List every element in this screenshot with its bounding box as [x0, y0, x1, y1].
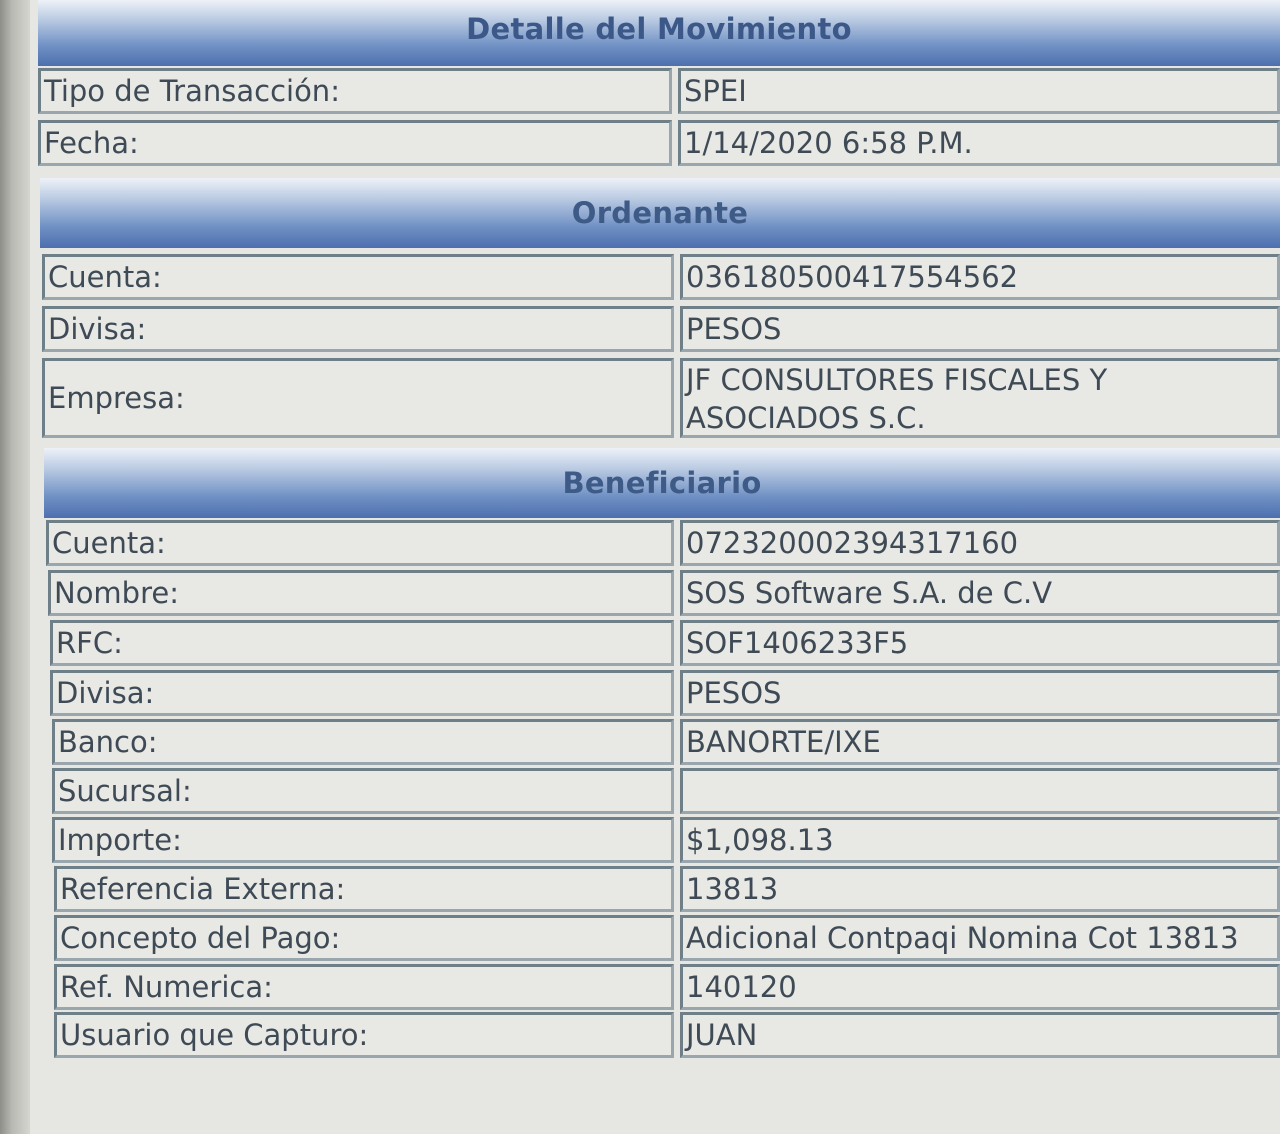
row-beneficiario-cuenta: Cuenta: 072320002394317160	[46, 520, 1280, 566]
movement-detail-panel: Detalle del Movimiento Tipo de Transacci…	[30, 0, 1280, 1134]
label-beneficiario-rfc: RFC:	[50, 620, 674, 666]
value-beneficiario-referencia-externa: 13813	[680, 866, 1280, 912]
row-beneficiario-divisa: Divisa: PESOS	[50, 670, 1280, 716]
row-ordenante-empresa: Empresa: JF CONSULTORES FISCALES Y ASOCI…	[42, 358, 1280, 438]
row-beneficiario-importe: Importe: $1,098.13	[52, 817, 1280, 863]
label-fecha: Fecha:	[38, 120, 672, 166]
value-beneficiario-nombre: SOS Software S.A. de C.V	[680, 570, 1280, 616]
row-ordenante-divisa: Divisa: PESOS	[42, 306, 1280, 352]
row-fecha: Fecha: 1/14/2020 6:58 P.M.	[38, 120, 1280, 166]
label-beneficiario-referencia-externa: Referencia Externa:	[54, 866, 674, 912]
window-left-edge	[0, 0, 30, 1134]
value-beneficiario-divisa: PESOS	[680, 670, 1280, 716]
section-header-ordenante: Ordenante	[40, 178, 1280, 248]
label-ordenante-divisa: Divisa:	[42, 306, 674, 352]
row-beneficiario-sucursal: Sucursal:	[52, 768, 1280, 814]
label-ordenante-empresa: Empresa:	[42, 358, 674, 438]
value-ordenante-cuenta: 036180500417554562	[680, 254, 1280, 300]
value-beneficiario-banco: BANORTE/IXE	[680, 719, 1280, 765]
label-beneficiario-ref-numerica: Ref. Numerica:	[54, 964, 674, 1010]
label-ordenante-cuenta: Cuenta:	[42, 254, 674, 300]
row-beneficiario-usuario: Usuario que Capturo: JUAN	[54, 1012, 1280, 1058]
row-beneficiario-ref-numerica: Ref. Numerica: 140120	[54, 964, 1280, 1010]
label-beneficiario-concepto-pago: Concepto del Pago:	[54, 915, 674, 961]
row-ordenante-cuenta: Cuenta: 036180500417554562	[42, 254, 1280, 300]
value-beneficiario-rfc: SOF1406233F5	[680, 620, 1280, 666]
label-tipo-transaccion: Tipo de Transacción:	[38, 68, 672, 114]
row-beneficiario-referencia-externa: Referencia Externa: 13813	[54, 866, 1280, 912]
value-ordenante-empresa: JF CONSULTORES FISCALES Y ASOCIADOS S.C.	[680, 358, 1280, 438]
value-beneficiario-concepto-pago: Adicional Contpaqi Nomina Cot 13813	[680, 915, 1280, 961]
row-tipo-transaccion: Tipo de Transacción: SPEI	[38, 68, 1280, 114]
value-ordenante-divisa: PESOS	[680, 306, 1280, 352]
label-beneficiario-divisa: Divisa:	[50, 670, 674, 716]
value-fecha: 1/14/2020 6:58 P.M.	[678, 120, 1280, 166]
value-tipo-transaccion: SPEI	[678, 68, 1280, 114]
label-beneficiario-cuenta: Cuenta:	[46, 520, 674, 566]
label-beneficiario-sucursal: Sucursal:	[52, 768, 674, 814]
value-beneficiario-usuario: JUAN	[680, 1012, 1280, 1058]
section-header-beneficiario: Beneficiario	[44, 448, 1280, 518]
label-beneficiario-usuario: Usuario que Capturo:	[54, 1012, 674, 1058]
row-beneficiario-banco: Banco: BANORTE/IXE	[52, 719, 1280, 765]
value-beneficiario-ref-numerica: 140120	[680, 964, 1280, 1010]
label-beneficiario-nombre: Nombre:	[48, 570, 674, 616]
value-beneficiario-sucursal	[680, 768, 1280, 814]
label-beneficiario-importe: Importe:	[52, 817, 674, 863]
row-beneficiario-nombre: Nombre: SOS Software S.A. de C.V	[48, 570, 1280, 616]
label-beneficiario-banco: Banco:	[52, 719, 674, 765]
value-beneficiario-cuenta: 072320002394317160	[680, 520, 1280, 566]
row-beneficiario-rfc: RFC: SOF1406233F5	[50, 620, 1280, 666]
value-beneficiario-importe: $1,098.13	[680, 817, 1280, 863]
section-header-detalle: Detalle del Movimiento	[38, 0, 1280, 66]
row-beneficiario-concepto-pago: Concepto del Pago: Adicional Contpaqi No…	[54, 915, 1280, 961]
